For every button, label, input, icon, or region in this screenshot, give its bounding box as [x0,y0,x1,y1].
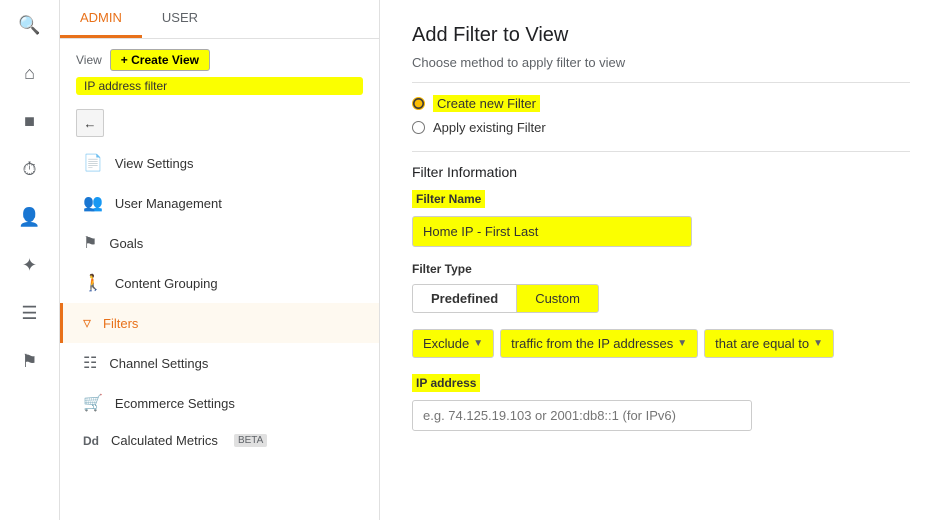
equal-to-arrow-icon: ▼ [813,338,823,349]
radio-create-new[interactable] [412,97,425,110]
filter-method-group: Create new Filter Apply existing Filter [412,95,910,135]
exclude-dropdown[interactable]: Exclude ▼ [412,329,494,358]
tab-admin[interactable]: ADMIN [60,0,142,38]
view-label: View [76,53,102,67]
predefined-button[interactable]: Predefined [412,284,516,313]
back-button[interactable]: ← [76,109,104,137]
equal-to-label: that are equal to [715,336,809,351]
sidebar-item-calculated-metrics[interactable]: Dd Calculated Metrics BETA [60,423,379,458]
traffic-dropdown[interactable]: traffic from the IP addresses ▼ [500,329,698,358]
tab-user[interactable]: USER [142,0,218,38]
goal-flag-icon: ⚑ [83,233,97,253]
beta-badge: BETA [234,434,267,447]
sidebar-item-filters[interactable]: ▿ Filters [60,303,379,343]
filter-type-group: Filter Type Predefined Custom [412,261,910,313]
sidebar-item-content-grouping[interactable]: 🚶 Content Grouping [60,263,379,303]
filter-type-label: Filter Type [412,262,472,276]
create-view-button[interactable]: + Create View [110,49,210,71]
report-icon[interactable]: ☰ [15,298,45,328]
nav-label-channel-settings: Channel Settings [109,356,208,371]
filter-type-buttons: Predefined Custom [412,284,910,313]
traffic-label: traffic from the IP addresses [511,336,673,351]
person-icon[interactable]: 👤 [15,202,45,232]
traffic-arrow-icon: ▼ [677,338,687,349]
nav-label-calculated-metrics: Calculated Metrics [111,433,218,448]
ip-address-input[interactable] [412,400,752,431]
ip-address-label: IP address [412,374,480,392]
walk-icon: 🚶 [83,273,103,293]
filter-info-title: Filter Information [412,164,910,180]
nav-label-content-grouping: Content Grouping [115,276,218,291]
radio-create-new-row: Create new Filter [412,95,910,112]
home-icon[interactable]: ⌂ [15,58,45,88]
exclude-label: Exclude [423,336,469,351]
search-icon[interactable]: 🔍 [15,10,45,40]
filter-icon: ▿ [83,313,91,333]
radio-create-new-label: Create new Filter [433,95,540,112]
filter-name-input[interactable] [412,216,692,247]
channel-icon: ☷ [83,353,97,373]
filter-condition-row: Exclude ▼ traffic from the IP addresses … [412,329,910,358]
icon-bar: 🔍 ⌂ ■ ⏱ 👤 ✦ ☰ ⚑ [0,0,60,520]
sidebar-item-channel-settings[interactable]: ☷ Channel Settings [60,343,379,383]
page-title: Add Filter to View [412,24,910,47]
doc-icon: 📄 [83,153,103,173]
clock-icon[interactable]: ⏱ [15,154,45,184]
tab-bar: ADMIN USER [60,0,379,39]
ip-address-group: IP address [412,374,910,431]
main-content: Add Filter to View Choose method to appl… [380,0,942,520]
radio-apply-existing-row: Apply existing Filter [412,120,910,135]
radio-apply-existing[interactable] [412,121,425,134]
filter-name-field-group: Filter Name [412,190,910,247]
flag-icon[interactable]: ⚑ [15,346,45,376]
sidebar-item-view-settings[interactable]: 📄 View Settings [60,143,379,183]
sidebar-item-user-management[interactable]: 👥 User Management [60,183,379,223]
custom-button[interactable]: Custom [516,284,599,313]
equal-to-dropdown[interactable]: that are equal to ▼ [704,329,834,358]
branch-icon[interactable]: ✦ [15,250,45,280]
cart-icon: 🛒 [83,393,103,413]
radio-apply-existing-label: Apply existing Filter [433,120,546,135]
people-icon: 👥 [83,193,103,213]
ip-filter-badge: IP address filter [76,77,363,95]
sidebar: ADMIN USER View + Create View IP address… [60,0,380,520]
sidebar-item-goals[interactable]: ⚑ Goals [60,223,379,263]
nav-label-user-management: User Management [115,196,222,211]
nav-label-goals: Goals [109,236,143,251]
nav-label-filters: Filters [103,316,138,331]
grid-icon[interactable]: ■ [15,106,45,136]
filter-name-label: Filter Name [412,190,485,208]
nav-label-view-settings: View Settings [115,156,194,171]
choose-method-label: Choose method to apply filter to view [412,55,910,70]
view-row: View + Create View [60,39,379,75]
exclude-arrow-icon: ▼ [473,338,483,349]
sidebar-item-ecommerce-settings[interactable]: 🛒 Ecommerce Settings [60,383,379,423]
nav-label-ecommerce-settings: Ecommerce Settings [115,396,235,411]
calc-icon: Dd [83,434,99,448]
